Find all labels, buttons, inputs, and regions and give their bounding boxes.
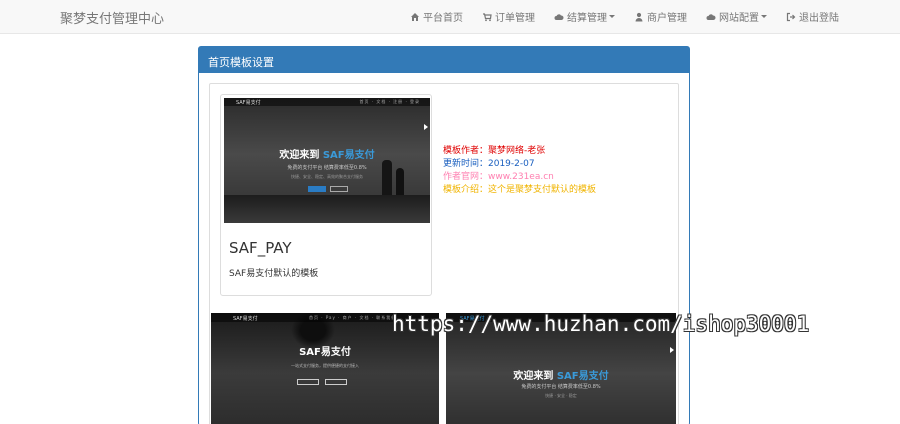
user-icon [635,12,643,21]
nav-item-label: 退出登陆 [799,13,839,24]
home-icon [411,12,419,21]
template-intro: 模板介绍：这个是聚梦支付默认的模板 [443,185,597,195]
hero-highlight: SAF易支付 [322,150,375,161]
thumb-subtitle-2: 快捷 · 安全 · 稳定 [545,393,577,398]
template-date: 更新时间：2019-2-07 [443,159,535,169]
thumb-ground [224,195,430,223]
thumb-hero: 欢迎来到 SAF易支付 [224,146,430,161]
panel-title: 首页模板设置 [199,47,689,73]
main-nav: 平台首页 订单管理 结算管理 商户管理 网站配置 退出登陆 [410,9,858,24]
template-author: 模板作者：聚梦网络-老张 [443,146,546,156]
thumb-subtitle: 一站式支付服务，提供便捷的支付接入 [291,363,359,368]
template-card[interactable]: SAF易支付 首页 · 文档 · 注册 · 登录 欢迎来到 SAF易支付 免费的… [220,94,432,296]
thumb-nav-links: 首页 · 文档 · 注册 · 登录 [359,99,420,104]
top-navbar: 聚梦支付管理中心 平台首页 订单管理 结算管理 商户管理 网站配置 退出登陆 [0,0,900,34]
nav-item-orders[interactable]: 订单管理 [482,9,535,24]
thumb-subtitle: 免费的支付平台 结算费率低至0.8% [287,165,367,171]
hero-prefix: 欢迎来到 [513,371,554,382]
template-list: SAF易支付 首页 · 文档 · 注册 · 登录 欢迎来到 SAF易支付 免费的… [209,83,679,424]
nav-item-label: 订单管理 [495,13,535,24]
thumb-subtitle: 免费的支付平台 结算费率低至0.8% [521,384,601,390]
hero-prefix: 欢迎来到 [279,150,320,161]
template-thumbnail[interactable]: SAF易支付 首页 · 文档 · 注册 · 登录 欢迎来到 SAF易支付 免费的… [224,98,430,223]
thumb-button [297,379,319,385]
thumb-logo: SAF易支付 [236,100,261,106]
chevron-down-icon [609,15,615,18]
nav-item-label: 网站配置 [719,13,759,24]
brand-title[interactable]: 聚梦支付管理中心 [60,8,164,27]
thumb-subtitle-2: 快捷、安全、稳定、高效的聚合支付服务 [291,174,363,179]
logout-icon [786,12,796,21]
cart-icon [483,12,492,21]
thumb-nav-links: 首页 · Pay · 商户 · 文档 · 联系我们 [309,315,397,320]
template-description: SAF易支付默认的模板 [229,269,319,279]
nav-item-home[interactable]: 平台首页 [410,9,463,24]
template-site[interactable]: 作者官网：www.231ea.cn [443,171,596,184]
thumb-logo: SAF易支付 [233,316,258,322]
thumb-primary-button [308,186,326,192]
nav-item-merchants[interactable]: 商户管理 [634,9,687,24]
hero-highlight: SAF易支付 [556,371,609,382]
template-info: 模板作者：聚梦网络-老张 更新时间：2019-2-07 作者官网：www.231… [443,145,596,197]
nav-item-label: 平台首页 [423,13,463,24]
nav-item-label: 结算管理 [567,13,607,24]
nav-item-settlement[interactable]: 结算管理 [554,9,615,24]
watermark-text: https://www.huzhan.com/ishop30001 [392,312,810,336]
play-icon [670,347,674,353]
nav-item-label: 商户管理 [647,13,687,24]
template-name: SAF_PAY [229,239,292,257]
thumb-button [325,379,347,385]
thumb-hero: 欢迎来到 SAF易支付 [446,367,676,382]
thumb-title: SAF易支付 [299,347,351,358]
cloud-icon [706,13,716,20]
cloud-icon [554,13,564,20]
chevron-down-icon [761,15,767,18]
nav-item-logout[interactable]: 退出登陆 [786,9,839,24]
thumb-secondary-button [330,186,348,192]
nav-item-site-config[interactable]: 网站配置 [706,9,767,24]
template-settings-panel: 首页模板设置 SAF易支付 首页 · 文档 · 注册 · 登录 欢迎来到 SAF… [198,46,690,424]
play-icon [424,124,428,130]
